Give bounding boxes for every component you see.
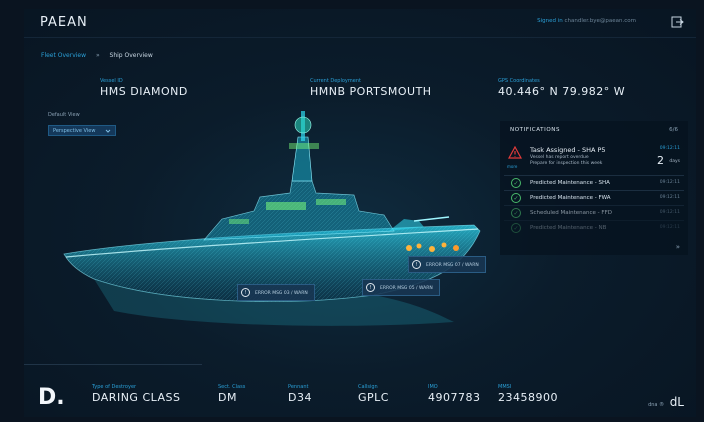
user-info: Signed in chandler.bye@paean.com (537, 18, 636, 24)
alert-days-value: 2 (657, 154, 664, 167)
pennant-value: D34 (288, 391, 312, 404)
notifications-header: NOTIFICATIONS (510, 127, 561, 133)
user-email[interactable]: chandler.bye@paean.com (565, 18, 637, 24)
error-callout-1[interactable]: ! ERROR MSG 07 / WARN (408, 256, 486, 273)
check-circle-icon: ✓ (511, 223, 521, 233)
notification-item[interactable]: ✓ Scheduled Maintenance - FFD 09:12:11 (504, 205, 684, 221)
app-logo[interactable]: PAEAN (40, 15, 88, 30)
notification-text: Predicted Maintenance - FWA (530, 195, 611, 201)
notification-time: 09:12:11 (659, 225, 680, 230)
notification-time: 09:12:11 (659, 180, 680, 185)
brand-prefix: dna ® (648, 402, 665, 408)
breadcrumb-current: Ship Overview (109, 52, 153, 59)
notification-text: Scheduled Maintenance - FFD (530, 210, 612, 216)
alert-line-1: Vessel has report overdue (530, 155, 589, 160)
ship-3d-model[interactable] (54, 107, 494, 337)
notification-time: 09:12:11 (659, 210, 680, 215)
deployment-value: HMNB PORTSMOUTH (310, 85, 432, 98)
alert-item[interactable]: more Task Assigned - SHA P5 Vessel has r… (504, 143, 684, 173)
callsign-field: Callsign GPLC (358, 384, 389, 404)
breadcrumb: Fleet Overview » Ship Overview (41, 52, 153, 59)
user-prefix: Signed in (537, 18, 563, 24)
expand-notifications-icon[interactable]: » (676, 243, 680, 251)
notification-item[interactable]: ✓ Predicted Maintenance - NB 09:12:11 (504, 220, 684, 236)
mmsi-label: MMSI (498, 384, 512, 390)
logout-icon[interactable] (670, 15, 684, 29)
notification-text: Predicted Maintenance - NB (530, 225, 607, 231)
callsign-value: GPLC (358, 391, 389, 404)
imo-label: IMO (428, 384, 438, 390)
alert-more-link[interactable]: more (507, 164, 517, 169)
brand-mark: dna ® dL (648, 395, 684, 409)
imo-value: 4907783 (428, 391, 481, 404)
notifications-count: 6/6 (669, 127, 678, 133)
deployment-label: Current Deployment (310, 78, 361, 84)
pennant-field: Pennant D34 (288, 384, 312, 404)
mast (289, 111, 319, 182)
gps-value: 40.446° N 79.982° W (498, 85, 626, 98)
notification-time: 09:12:11 (659, 195, 680, 200)
mmsi-field: MMSI 23458900 (498, 384, 558, 404)
breadcrumb-separator: » (95, 52, 100, 59)
alert-line-2: Prepare for inspection this week (530, 161, 603, 166)
info-icon: ! (241, 288, 250, 297)
error-callout-2[interactable]: ! ERROR MSG 03 / WARN (237, 284, 315, 301)
alert-time: 09:12:11 (659, 146, 680, 151)
check-circle-icon: ✓ (511, 178, 521, 188)
deployment-field: Current Deployment HMNB PORTSMOUTH (310, 78, 432, 98)
destroyer-type-label: Type of Destroyer (92, 384, 137, 390)
notification-text: Predicted Maintenance - SHA (530, 180, 610, 186)
notification-item[interactable]: ✓ Predicted Maintenance - FWA 09:12:11 (504, 190, 684, 206)
vessel-id-value: HMS DIAMOND (100, 85, 188, 98)
pennant-label: Pennant (288, 384, 309, 390)
notifications-panel: NOTIFICATIONS 6/6 more Task Assigned - S… (500, 121, 688, 255)
error-callout-3[interactable]: ! ERROR MSG 05 / WARN (362, 279, 440, 296)
vessel-id-field: Vessel ID HMS DIAMOND (100, 78, 188, 98)
brand-logo: dL (669, 395, 684, 409)
info-icon: ! (366, 283, 375, 292)
destroyer-type-field: Type of Destroyer DARING CLASS (92, 384, 181, 404)
vessel-id-label: Vessel ID (100, 78, 123, 84)
gps-field: GPS Coordinates 40.446° N 79.982° W (498, 78, 625, 98)
mmsi-value: 23458900 (498, 391, 558, 404)
callout-text: ERROR MSG 07 / WARN (426, 263, 479, 268)
callout-text: ERROR MSG 03 / WARN (255, 291, 308, 296)
bottom-divider (24, 364, 202, 365)
notification-item[interactable]: ✓ Predicted Maintenance - SHA 09:12:11 (504, 175, 684, 191)
superstructure (203, 180, 395, 241)
gps-label: GPS Coordinates (498, 78, 540, 84)
warning-icon (508, 146, 522, 159)
class-code-value: DM (218, 391, 237, 404)
callout-text: ERROR MSG 05 / WARN (380, 286, 433, 291)
destroyer-type-value: DARING CLASS (92, 391, 181, 404)
check-circle-icon: ✓ (511, 193, 521, 203)
app-window: PAEAN Signed in chandler.bye@paean.com F… (24, 9, 696, 417)
class-code-field: Sect. Class DM (218, 384, 245, 404)
callsign-label: Callsign (358, 384, 378, 390)
alert-days-unit: days (669, 159, 680, 164)
class-letter: D. (38, 385, 65, 410)
top-bar: PAEAN Signed in chandler.bye@paean.com (24, 9, 696, 38)
info-icon: ! (412, 260, 421, 269)
check-circle-icon: ✓ (511, 208, 521, 218)
alert-title: Task Assigned - SHA P5 (530, 146, 606, 154)
imo-field: IMO 4907783 (428, 384, 481, 404)
breadcrumb-fleet-overview[interactable]: Fleet Overview (41, 52, 86, 59)
class-code-label: Sect. Class (218, 384, 246, 390)
